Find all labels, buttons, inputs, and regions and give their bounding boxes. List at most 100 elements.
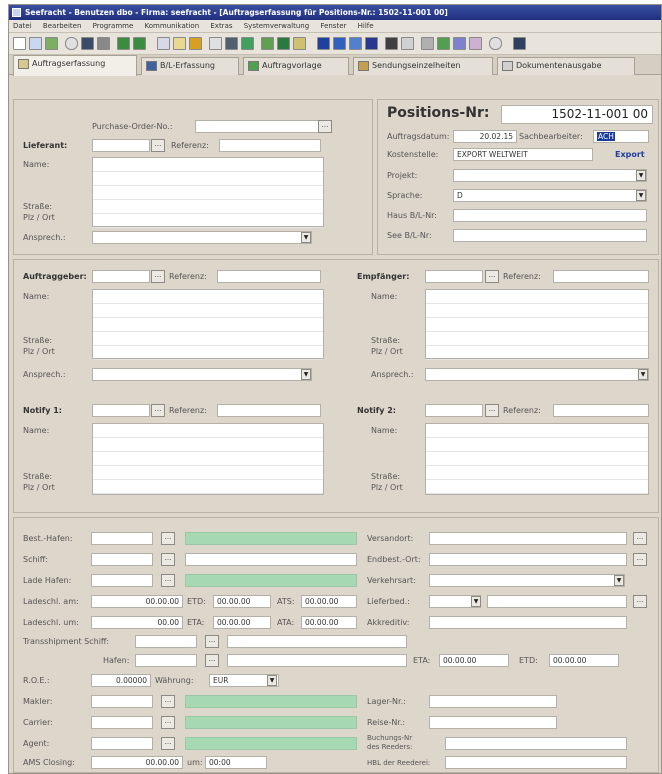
next-icon[interactable] bbox=[133, 37, 146, 50]
folder-icon[interactable] bbox=[189, 37, 202, 50]
transshipment-eta-input[interactable]: 00.00.00 bbox=[439, 654, 509, 667]
save-icon[interactable] bbox=[81, 37, 94, 50]
document-icon[interactable] bbox=[333, 37, 346, 50]
chevron-down-icon[interactable]: ▼ bbox=[301, 232, 311, 243]
projekt-select[interactable] bbox=[453, 169, 647, 182]
empfaenger-address-textarea[interactable] bbox=[425, 289, 649, 360]
transshipment-hafen-lookup-button[interactable]: ... bbox=[205, 654, 219, 667]
check-icon[interactable] bbox=[437, 37, 450, 50]
empfaenger-input[interactable] bbox=[425, 270, 483, 283]
schiff-name-input[interactable] bbox=[185, 553, 357, 566]
transshipment-hafen-input[interactable] bbox=[135, 654, 197, 667]
calendar-icon[interactable] bbox=[401, 37, 414, 50]
search-icon[interactable] bbox=[65, 37, 78, 50]
exit-icon[interactable] bbox=[513, 37, 526, 50]
lieferant-address-textarea[interactable] bbox=[92, 157, 324, 228]
purchase-order-input[interactable] bbox=[195, 120, 321, 133]
transshipment-schiff-name-input[interactable] bbox=[227, 635, 407, 648]
export-link[interactable]: Export bbox=[615, 150, 645, 159]
notify2-referenz-input[interactable] bbox=[553, 404, 649, 417]
notify1-address-textarea[interactable] bbox=[92, 423, 324, 495]
auftraggeber-lookup-button[interactable]: ... bbox=[151, 270, 165, 283]
ams-um-input[interactable]: 00:00 bbox=[205, 756, 267, 769]
transshipment-schiff-lookup-button[interactable]: ... bbox=[205, 635, 219, 648]
lieferbed-lookup-button[interactable]: ... bbox=[633, 595, 647, 608]
buchungs-nr-input[interactable] bbox=[445, 737, 627, 750]
chart-icon[interactable] bbox=[241, 37, 254, 50]
chevron-down-icon[interactable]: ▼ bbox=[267, 675, 277, 686]
notify1-referenz-input[interactable] bbox=[217, 404, 321, 417]
chevron-down-icon[interactable]: ▼ bbox=[636, 170, 646, 181]
makler-lookup-button[interactable]: ... bbox=[161, 695, 175, 708]
ata-input[interactable]: 00.00.00 bbox=[301, 616, 357, 629]
mail-icon[interactable] bbox=[209, 37, 222, 50]
lade-hafen-input[interactable] bbox=[91, 574, 153, 587]
menu-extras[interactable]: Extras bbox=[210, 22, 232, 30]
lieferant-input[interactable] bbox=[92, 139, 150, 152]
grid-icon[interactable] bbox=[317, 37, 330, 50]
lieferant-ansprech-select[interactable] bbox=[92, 231, 312, 244]
print-icon[interactable] bbox=[97, 37, 110, 50]
best-hafen-lookup-button[interactable]: ... bbox=[161, 532, 175, 545]
notify1-lookup-button[interactable]: ... bbox=[151, 404, 165, 417]
open-icon[interactable] bbox=[29, 37, 42, 50]
menu-datei[interactable]: Datei bbox=[13, 22, 32, 30]
versandort-lookup-button[interactable]: ... bbox=[633, 532, 647, 545]
transshipment-hafen-name-input[interactable] bbox=[227, 654, 407, 667]
export-icon[interactable] bbox=[45, 37, 58, 50]
report-icon[interactable] bbox=[365, 37, 378, 50]
ship-icon[interactable] bbox=[277, 37, 290, 50]
window-icon[interactable] bbox=[453, 37, 466, 50]
list-icon[interactable] bbox=[469, 37, 482, 50]
auftraggeber-address-textarea[interactable] bbox=[92, 289, 324, 360]
eta-input[interactable]: 00.00.00 bbox=[213, 616, 271, 629]
lade-hafen-lookup-button[interactable]: ... bbox=[161, 574, 175, 587]
chevron-down-icon[interactable]: ▼ bbox=[636, 190, 646, 201]
notify2-lookup-button[interactable]: ... bbox=[485, 404, 499, 417]
hbl-reederei-input[interactable] bbox=[445, 756, 627, 769]
versandort-input[interactable] bbox=[429, 532, 627, 545]
transshipment-etd-input[interactable]: 00.00.00 bbox=[549, 654, 619, 667]
positions-nr-value[interactable]: 1502-11-001 00 bbox=[501, 105, 653, 124]
help-icon[interactable] bbox=[489, 37, 502, 50]
carrier-lookup-button[interactable]: ... bbox=[161, 716, 175, 729]
menu-fenster[interactable]: Fenster bbox=[320, 22, 346, 30]
endbest-ort-input[interactable] bbox=[429, 553, 627, 566]
lager-nr-input[interactable] bbox=[429, 695, 557, 708]
chevron-down-icon[interactable]: ▼ bbox=[301, 369, 311, 380]
notify1-input[interactable] bbox=[92, 404, 150, 417]
menu-kommunikation[interactable]: Kommunikation bbox=[145, 22, 200, 30]
tools-icon[interactable] bbox=[261, 37, 274, 50]
reise-nr-input[interactable] bbox=[429, 716, 557, 729]
auftraggeber-referenz-input[interactable] bbox=[217, 270, 321, 283]
etd-input[interactable]: 00.00.00 bbox=[213, 595, 271, 608]
makler-input[interactable] bbox=[91, 695, 153, 708]
ats-input[interactable]: 00.00.00 bbox=[301, 595, 357, 608]
auftragsdatum-input[interactable]: 20.02.15 bbox=[453, 130, 517, 143]
lieferbed-text-input[interactable] bbox=[487, 595, 627, 608]
copy-icon[interactable] bbox=[157, 37, 170, 50]
schiff-input[interactable] bbox=[91, 553, 153, 566]
agent-input[interactable] bbox=[91, 737, 153, 750]
roe-input[interactable]: 0.00000 bbox=[91, 674, 151, 687]
menu-systemverwaltung[interactable]: Systemverwaltung bbox=[244, 22, 309, 30]
notify2-input[interactable] bbox=[425, 404, 483, 417]
notify2-address-textarea[interactable] bbox=[425, 423, 649, 495]
new-document-icon[interactable] bbox=[13, 37, 26, 50]
menu-programme[interactable]: Programme bbox=[93, 22, 134, 30]
empfaenger-referenz-input[interactable] bbox=[553, 270, 649, 283]
ladeschl-am-input[interactable]: 00.00.00 bbox=[91, 595, 183, 608]
menu-hilfe[interactable]: Hilfe bbox=[358, 22, 374, 30]
agent-lookup-button[interactable]: ... bbox=[161, 737, 175, 750]
calculator-icon[interactable] bbox=[225, 37, 238, 50]
empfaenger-lookup-button[interactable]: ... bbox=[485, 270, 499, 283]
sachbearbeiter-input[interactable]: ACH bbox=[593, 130, 649, 143]
empfaenger-ansprech-select[interactable] bbox=[425, 368, 649, 381]
paste-icon[interactable] bbox=[173, 37, 186, 50]
see-bl-input[interactable] bbox=[453, 229, 647, 242]
sprache-select[interactable]: D bbox=[453, 189, 647, 202]
tab-auftragvorlage[interactable]: Auftragvorlage bbox=[243, 57, 349, 75]
auftraggeber-ansprech-select[interactable] bbox=[92, 368, 312, 381]
chevron-down-icon[interactable]: ▼ bbox=[638, 369, 648, 380]
transshipment-schiff-input[interactable] bbox=[135, 635, 197, 648]
